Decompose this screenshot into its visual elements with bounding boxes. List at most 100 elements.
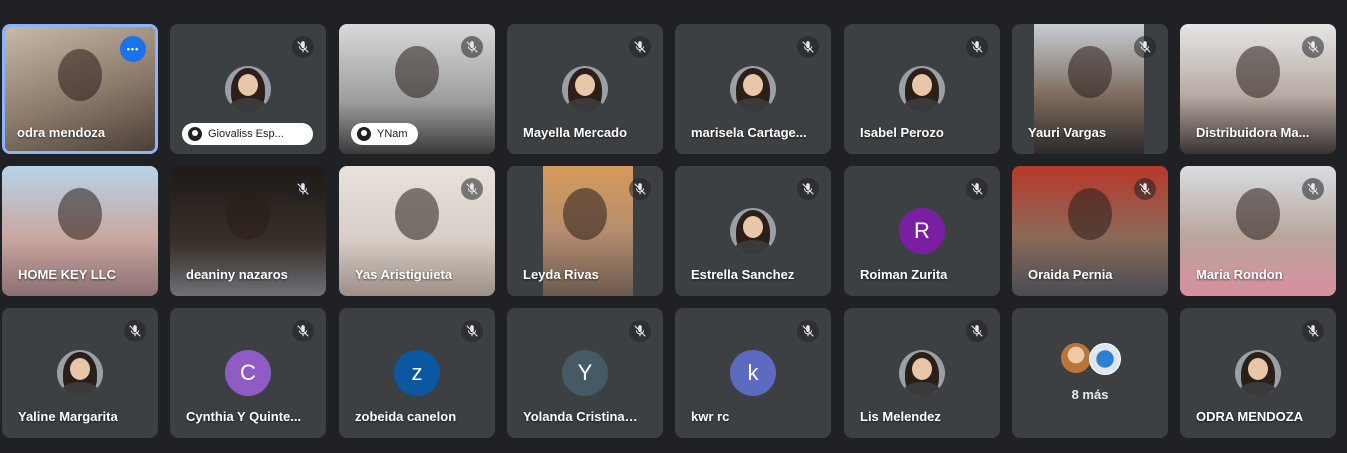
avatar — [1089, 343, 1121, 375]
participant-name: odra mendoza — [17, 125, 106, 140]
participant-name: Isabel Perozo — [860, 125, 944, 140]
participant-tile[interactable]: YNam — [339, 24, 495, 154]
participant-tile[interactable]: Lis Melendez — [844, 308, 1000, 438]
participant-name: Oraida Pernia — [1028, 267, 1113, 282]
presenting-name-pill: YNam — [351, 123, 418, 145]
more-participants-label[interactable]: 8 más — [1012, 387, 1168, 402]
participant-name: Distribuidora Ma... — [1196, 125, 1310, 140]
participant-tile[interactable]: Yauri Vargas — [1012, 24, 1168, 154]
participant-name: Lis Melendez — [860, 409, 941, 424]
participant-tile[interactable]: 8 más — [1012, 308, 1168, 438]
mic-off-icon — [1302, 320, 1324, 342]
more-options-icon[interactable]: ••• — [120, 36, 146, 62]
avatar — [1235, 350, 1281, 396]
participant-tile[interactable]: Oraida Pernia — [1012, 166, 1168, 296]
participant-tile[interactable]: Y Yolanda Cristina ... — [507, 308, 663, 438]
participant-silhouette — [395, 46, 439, 98]
avatar — [730, 208, 776, 254]
mic-off-icon — [1134, 36, 1156, 58]
participant-name: Cynthia Y Quinte... — [186, 409, 302, 424]
participant-name: kwr rc — [691, 409, 730, 424]
participant-tile[interactable]: ••• odra mendoza — [2, 24, 158, 154]
participant-tile[interactable]: R Roiman Zurita — [844, 166, 1000, 296]
participant-tile[interactable]: k kwr rc — [675, 308, 831, 438]
participant-silhouette — [1068, 46, 1112, 98]
participant-name: Yauri Vargas — [1028, 125, 1107, 140]
mic-off-icon — [292, 178, 314, 200]
participant-tile[interactable]: Yaline Margarita — [2, 308, 158, 438]
avatar — [57, 350, 103, 396]
mic-off-icon — [966, 178, 988, 200]
participant-tile[interactable]: Yas Aristiguieta — [339, 166, 495, 296]
participant-name: Yolanda Cristina ... — [523, 409, 639, 424]
participant-name: ODRA MENDOZA — [1196, 409, 1304, 424]
participant-silhouette — [563, 188, 607, 240]
mic-off-icon — [629, 178, 651, 200]
mic-off-icon — [966, 36, 988, 58]
presenting-icon — [357, 127, 371, 141]
avatar: z — [394, 350, 440, 396]
presenting-name-pill: Giovaliss Esp... — [182, 123, 313, 145]
participant-silhouette — [1068, 188, 1112, 240]
participant-name: Mayella Mercado — [523, 125, 628, 140]
participant-name: Yaline Margarita — [18, 409, 118, 424]
mic-off-icon — [461, 36, 483, 58]
participant-name: Estrella Sanchez — [691, 267, 795, 282]
participant-tile[interactable]: z zobeida canelon — [339, 308, 495, 438]
participant-silhouette — [395, 188, 439, 240]
participant-tile[interactable]: HOME KEY LLC — [2, 166, 158, 296]
mic-off-icon — [292, 36, 314, 58]
avatar — [225, 66, 271, 112]
participant-grid: ••• odra mendoza Giovaliss Esp... YNam Mayel… — [0, 0, 1347, 453]
participant-tile[interactable]: deaniny nazaros — [170, 166, 326, 296]
mic-off-icon — [797, 320, 819, 342]
mic-off-icon — [461, 320, 483, 342]
avatar — [562, 66, 608, 112]
participant-name: Yas Aristiguieta — [355, 267, 453, 282]
mic-off-icon — [797, 36, 819, 58]
mic-off-icon — [966, 320, 988, 342]
avatar — [1061, 343, 1091, 373]
participant-tile[interactable]: Distribuidora Ma... — [1180, 24, 1336, 154]
avatar: C — [225, 350, 271, 396]
participant-name: Roiman Zurita — [860, 267, 948, 282]
presenting-icon — [188, 127, 202, 141]
mic-off-icon — [629, 320, 651, 342]
participant-tile[interactable]: Estrella Sanchez — [675, 166, 831, 296]
participant-tile[interactable]: Giovaliss Esp... — [170, 24, 326, 154]
participant-name: YNam — [377, 128, 408, 140]
participant-name: deaniny nazaros — [186, 267, 288, 282]
mic-off-icon — [1302, 178, 1324, 200]
participant-tile[interactable]: marisela Cartage... — [675, 24, 831, 154]
mic-off-icon — [461, 178, 483, 200]
participant-silhouette — [1236, 188, 1280, 240]
participant-silhouette — [226, 188, 270, 240]
avatar: k — [730, 350, 776, 396]
participant-silhouette — [1236, 46, 1280, 98]
participant-name: zobeida canelon — [355, 409, 457, 424]
avatar — [730, 66, 776, 112]
mic-off-icon — [124, 320, 146, 342]
participant-silhouette — [58, 49, 102, 101]
participant-tile[interactable]: Maria Rondon — [1180, 166, 1336, 296]
avatar — [899, 350, 945, 396]
participant-name: Maria Rondon — [1196, 267, 1283, 282]
participant-tile[interactable]: Leyda Rivas — [507, 166, 663, 296]
participant-tile[interactable]: Mayella Mercado — [507, 24, 663, 154]
participant-name: marisela Cartage... — [691, 125, 807, 140]
participant-tile[interactable]: Isabel Perozo — [844, 24, 1000, 154]
participant-silhouette — [58, 188, 102, 240]
avatar: Y — [562, 350, 608, 396]
avatar — [899, 66, 945, 112]
mic-off-icon — [292, 320, 314, 342]
avatar: R — [899, 208, 945, 254]
participant-tile[interactable]: ODRA MENDOZA — [1180, 308, 1336, 438]
mic-off-icon — [1302, 36, 1324, 58]
mic-off-icon — [1134, 178, 1156, 200]
participant-name: Leyda Rivas — [523, 267, 599, 282]
participant-name: HOME KEY LLC — [18, 267, 116, 282]
participant-tile[interactable]: C Cynthia Y Quinte... — [170, 308, 326, 438]
mic-off-icon — [629, 36, 651, 58]
participant-name: Giovaliss Esp... — [208, 128, 284, 140]
mic-off-icon — [797, 178, 819, 200]
